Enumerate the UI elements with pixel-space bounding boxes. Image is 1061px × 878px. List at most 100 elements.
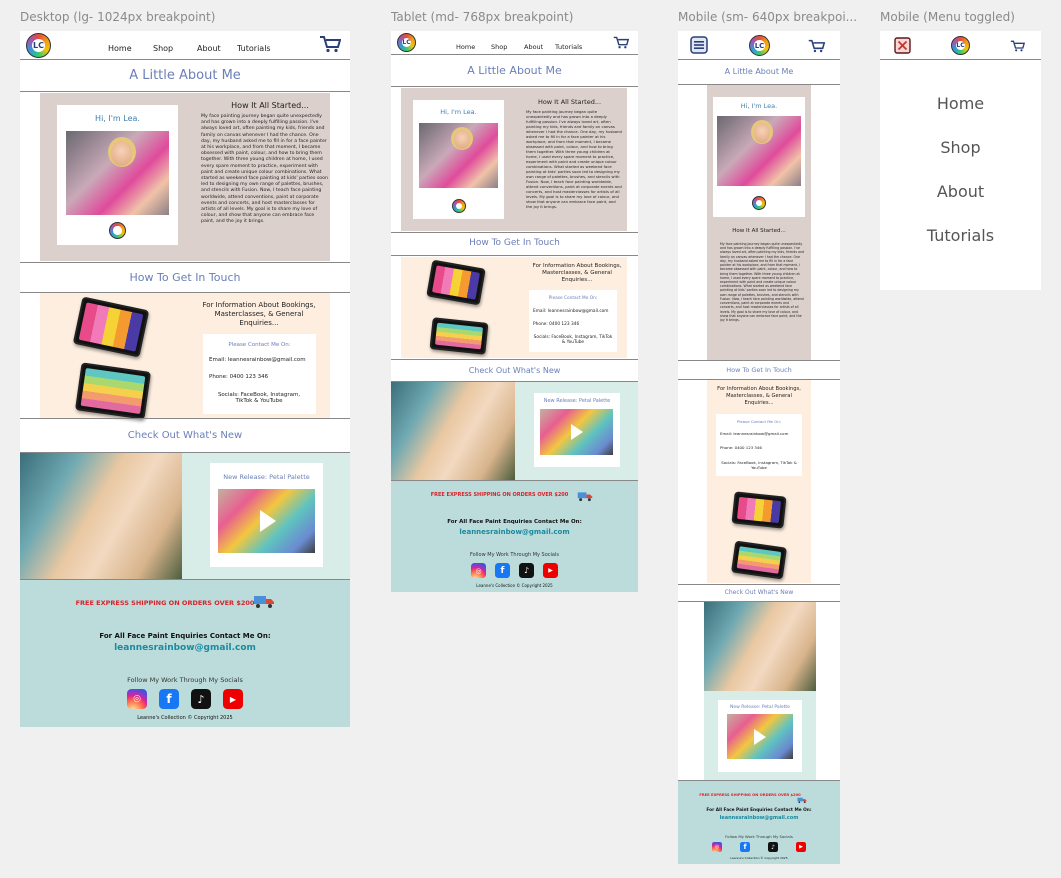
video-player[interactable] [727, 714, 793, 759]
facebook-icon[interactable]: f [495, 563, 510, 578]
tiktok-icon[interactable]: ♪ [519, 563, 534, 578]
navbar: LC Home Shop About Tutorials [20, 31, 350, 60]
release-title: New Release: Petal Palette [730, 705, 790, 710]
nav-shop[interactable]: Shop [153, 44, 173, 53]
cart-icon[interactable] [319, 35, 341, 53]
instagram-icon[interactable]: ◎ [127, 689, 147, 709]
facebook-icon[interactable]: f [740, 842, 750, 852]
youtube-icon[interactable]: ▶ [223, 689, 243, 709]
palette-image [75, 362, 151, 420]
contact-phone[interactable]: Phone: 0400 123 346 [720, 445, 762, 450]
footer: FREE EXPRESS SHIPPING ON ORDERS OVER $20… [20, 580, 350, 727]
contact-card: Please Contact Me On: Email: leannesrain… [716, 414, 802, 476]
footer-enquiries: For All Face Paint Enquiries Contact Me … [99, 632, 271, 640]
navbar: LC Home Shop About Tutorials [391, 31, 638, 55]
nav-shop[interactable]: Shop [491, 43, 507, 51]
logo[interactable]: LC [397, 33, 416, 52]
nav-tutorials[interactable]: Tutorials [237, 44, 271, 53]
cart-icon[interactable] [613, 36, 629, 49]
cart-icon[interactable] [808, 39, 825, 53]
footer-email[interactable]: leannesrainbow@gmail.com [391, 528, 638, 536]
menu-home[interactable]: Home [880, 94, 1041, 113]
footer: FREE EXPRESS SHIPPING ON ORDERS OVER $20… [391, 481, 638, 592]
menu-about[interactable]: About [880, 182, 1041, 201]
mobile-menu-frame: LC Home Shop About Tutorials [880, 31, 1041, 290]
contact-email[interactable]: Email: leannesrainbow@gmail.com [720, 431, 788, 436]
tiktok-icon[interactable]: ♪ [768, 842, 778, 852]
contact-title: How To Get In Touch [129, 271, 241, 284]
social-links: ◎ f ♪ ▶ [678, 842, 840, 852]
divider [678, 584, 840, 585]
youtube-icon[interactable]: ▶ [543, 563, 558, 578]
footer-follow: Follow My Work Through My Socials [469, 552, 559, 558]
nav-tutorials[interactable]: Tutorials [555, 43, 582, 51]
nav-home[interactable]: Home [108, 44, 132, 53]
contact-socials: Socials: FaceBook, Instagram, TikTok & Y… [533, 335, 613, 345]
tiktok-icon[interactable]: ♪ [191, 689, 211, 709]
contact-email[interactable]: Email: leannesrainbow@gmail.com [209, 357, 306, 363]
nav-about[interactable]: About [197, 44, 221, 53]
instagram-icon[interactable]: ◎ [471, 563, 486, 578]
frame-label-mobile: Mobile (sm- 640px breakpoi... [678, 10, 858, 24]
cart-icon[interactable] [1010, 40, 1025, 52]
video-player[interactable] [540, 409, 613, 455]
close-icon[interactable] [894, 37, 911, 54]
palette-image [731, 491, 787, 529]
video-player[interactable] [218, 489, 315, 553]
instagram-icon[interactable]: ◎ [712, 842, 722, 852]
nav-home[interactable]: Home [456, 43, 475, 51]
profile-logo [109, 222, 126, 239]
contact-heading: For Information About Bookings, Mastercl… [717, 386, 801, 406]
profile-logo [452, 199, 466, 213]
footer-follow: Follow My Work Through My Socials [725, 834, 793, 839]
story-title: How It All Started... [537, 98, 602, 106]
menu-shop[interactable]: Shop [880, 138, 1041, 157]
facebook-icon[interactable]: f [159, 689, 179, 709]
contact-phone[interactable]: Phone: 0400 123 346 [533, 322, 579, 327]
contact-card: Please Contact Me On: Email: leannesrain… [203, 334, 316, 414]
contact-socials: Socials: FaceBook, Instagram, TikTok & Y… [217, 392, 301, 404]
news-title: Check Out What's New [468, 366, 561, 375]
footer-enquiries: For All Face Paint Enquiries Contact Me … [706, 808, 812, 813]
video-card: New Release: Petal Palette [718, 700, 802, 772]
contact-heading: For Information About Bookings, Mastercl… [532, 263, 622, 284]
play-icon[interactable] [754, 729, 766, 745]
shipping-banner: FREE EXPRESS SHIPPING ON ORDERS OVER $20… [75, 599, 255, 607]
news-title: Check Out What's New [724, 589, 794, 596]
logo[interactable]: LC [26, 33, 51, 58]
truck-icon [577, 489, 593, 507]
profile-logo [752, 196, 766, 210]
youtube-icon[interactable]: ▶ [796, 842, 806, 852]
divider [678, 360, 840, 361]
profile-greeting: Hi, I'm Lea. [740, 102, 778, 110]
logo[interactable]: LC [749, 35, 770, 56]
logo[interactable]: LC [951, 36, 970, 55]
about-title: A Little About Me [467, 64, 562, 77]
play-icon[interactable] [260, 510, 276, 532]
story-title: How It All Started... [231, 101, 309, 110]
profile-greeting: Hi, I'm Lea. [95, 114, 140, 123]
profile-photo [66, 131, 169, 215]
shipping-banner: FREE EXPRESS SHIPPING ON ORDERS OVER $20… [699, 793, 801, 797]
contact-phone[interactable]: Phone: 0400 123 346 [209, 374, 268, 380]
footer-enquiries: For All Face Paint Enquiries Contact Me … [447, 519, 582, 525]
story-text: My face painting journey began quite une… [526, 109, 622, 209]
contact-email[interactable]: Email: leannesrainbow@gmail.com [533, 309, 609, 314]
contact-socials: Socials: FaceBook, Instagram, TikTok & Y… [721, 460, 797, 470]
menu-tutorials[interactable]: Tutorials [880, 226, 1041, 245]
play-icon[interactable] [571, 424, 583, 440]
video-card: New Release: Petal Palette [210, 463, 323, 567]
hamburger-menu-icon[interactable] [690, 36, 708, 54]
footer-email[interactable]: leannesrainbow@gmail.com [20, 643, 350, 653]
footer-email[interactable]: leannesrainbow@gmail.com [678, 815, 840, 821]
tablet-frame: LC Home Shop About Tutorials A Little Ab… [391, 31, 638, 592]
profile-card: Hi, I'm Lea. [413, 100, 504, 219]
copyright: Leanne's Collection © Copyright 2025 [730, 856, 788, 860]
nav-about[interactable]: About [524, 43, 543, 51]
palette-image [429, 317, 489, 355]
footer-follow: Follow My Work Through My Socials [127, 676, 243, 684]
release-title: New Release: Petal Palette [223, 473, 310, 481]
news-title: Check Out What's New [127, 430, 243, 441]
divider [391, 232, 638, 233]
desktop-frame: LC Home Shop About Tutorials A Little Ab… [20, 31, 350, 727]
